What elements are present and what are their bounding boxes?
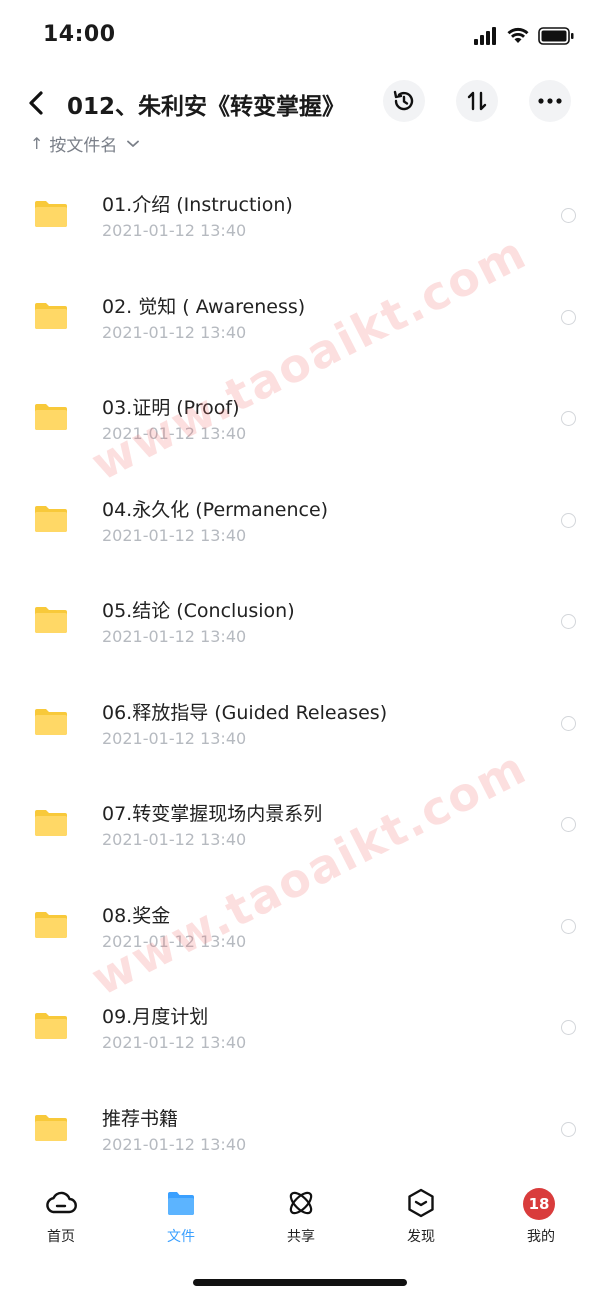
discover-icon: [408, 1188, 434, 1218]
list-item[interactable]: 06.释放指导 (Guided Releases) 2021-01-12 13:4…: [0, 665, 600, 767]
file-name: 03.证明 (Proof): [102, 397, 240, 419]
folder-icon: [35, 911, 67, 938]
folder-icon: [35, 302, 67, 329]
file-name: 08.奖金: [102, 904, 171, 927]
select-checkbox[interactable]: [561, 1020, 576, 1035]
file-date: 2021-01-12 13:40: [102, 322, 247, 342]
file-date: 2021-01-12 13:40: [102, 1033, 247, 1052]
sort-icon: [467, 91, 487, 111]
status-bar: 14:00: [0, 0, 600, 70]
atom-icon: [289, 1191, 313, 1215]
battery-icon: [538, 27, 574, 45]
folder-icon: [35, 1114, 67, 1141]
tab-label: 首页: [47, 1229, 75, 1245]
folder-icon: [35, 1013, 67, 1039]
file-date: 2021-01-12 13:40: [102, 424, 247, 443]
file-name: 06.释放指导 (Guided Releases): [102, 701, 388, 724]
more-button[interactable]: [529, 80, 571, 122]
wifi-icon: [507, 27, 529, 43]
history-button[interactable]: [383, 80, 425, 122]
list-item[interactable]: 04.永久化 (Permanence) 2021-01-12 13:40: [0, 462, 600, 564]
file-name: 09.月度计划: [102, 1006, 209, 1028]
sort-direction-icon: ↑: [30, 134, 44, 153]
file-name: 05.结论 (Conclusion): [102, 600, 295, 622]
status-time: 14:00: [43, 22, 116, 47]
select-checkbox[interactable]: [561, 208, 576, 223]
list-item[interactable]: 03.证明 (Proof) 2021-01-12 13:40: [0, 360, 600, 462]
tab-label: 共享: [287, 1229, 315, 1245]
folder-icon: [35, 404, 67, 430]
select-checkbox[interactable]: [561, 817, 576, 832]
file-date: 2021-01-12 13:40: [102, 931, 247, 951]
signal-icon: [474, 27, 496, 45]
file-name: 04.永久化 (Permanence): [102, 498, 329, 521]
file-date: 2021-01-12 13:40: [102, 627, 247, 646]
folder-icon: [35, 607, 67, 633]
select-checkbox[interactable]: [561, 512, 576, 528]
select-checkbox[interactable]: [561, 918, 576, 934]
list-item[interactable]: 08.奖金 2021-01-12 13:40: [0, 868, 600, 970]
tab-share[interactable]: 共享: [261, 1186, 341, 1246]
select-checkbox[interactable]: [561, 715, 576, 731]
file-date: 2021-01-12 13:40: [102, 221, 247, 240]
list-item[interactable]: 09.月度计划 2021-01-12 13:40: [0, 969, 600, 1071]
folder-icon: [35, 708, 67, 735]
list-item[interactable]: 02. 觉知 ( Awareness) 2021-01-12 13:40: [0, 259, 600, 361]
file-date: 2021-01-12 13:40: [102, 525, 247, 545]
sort-button[interactable]: [456, 80, 498, 122]
avatar: 18: [523, 1188, 555, 1220]
tab-files[interactable]: 文件: [141, 1186, 221, 1246]
cloud-icon: [46, 1191, 77, 1214]
file-date: 2021-01-12 13:40: [102, 728, 247, 748]
file-name: 02. 觉知 ( Awareness): [102, 295, 306, 318]
tab-profile[interactable]: 18 我的: [501, 1186, 581, 1246]
folder-icon: [35, 810, 67, 836]
select-checkbox[interactable]: [561, 1121, 576, 1137]
file-name: 推荐书籍: [102, 1107, 179, 1130]
select-checkbox[interactable]: [561, 614, 576, 629]
file-list: 01.介绍 (Instruction) 2021-01-12 13:40 02. 觉…: [0, 157, 600, 1172]
list-item[interactable]: 01.介绍 (Instruction) 2021-01-12 13:40: [0, 157, 600, 259]
chevron-down-icon: [127, 140, 140, 147]
tab-label: 发现: [407, 1229, 435, 1245]
select-checkbox[interactable]: [561, 411, 576, 426]
tab-home[interactable]: 首页: [21, 1186, 101, 1246]
file-name: 07.转变掌握现场内景系列: [102, 803, 323, 825]
more-icon: [538, 98, 562, 104]
file-date: 2021-01-12 13:40: [102, 1134, 247, 1154]
back-button[interactable]: [22, 85, 52, 121]
tab-label: 我的: [527, 1229, 555, 1245]
sort-selector[interactable]: ↑ 按文件名: [30, 131, 140, 156]
file-date: 2021-01-12 13:40: [102, 830, 247, 849]
folder-icon: [35, 201, 67, 227]
page-title: 012、朱利安《转变掌握》: [67, 94, 346, 120]
list-item[interactable]: 07.转变掌握现场内景系列 2021-01-12 13:40: [0, 766, 600, 868]
sort-label: 按文件名: [49, 136, 118, 156]
file-name: 01.介绍 (Instruction): [102, 194, 293, 216]
tab-bar: 首页 文件 共享 发现 18 我的: [0, 1180, 600, 1260]
folder-icon: [35, 505, 67, 532]
list-item[interactable]: 推荐书籍 2021-01-12 13:40: [0, 1071, 600, 1173]
select-checkbox[interactable]: [561, 309, 576, 325]
tab-discover[interactable]: 发现: [381, 1186, 461, 1246]
tab-label: 文件: [167, 1229, 195, 1245]
home-indicator: [193, 1279, 407, 1286]
header: 012、朱利安《转变掌握》: [0, 78, 600, 128]
folder-icon: [168, 1192, 194, 1215]
list-item[interactable]: 05.结论 (Conclusion) 2021-01-12 13:40: [0, 563, 600, 665]
history-icon: [393, 90, 414, 111]
